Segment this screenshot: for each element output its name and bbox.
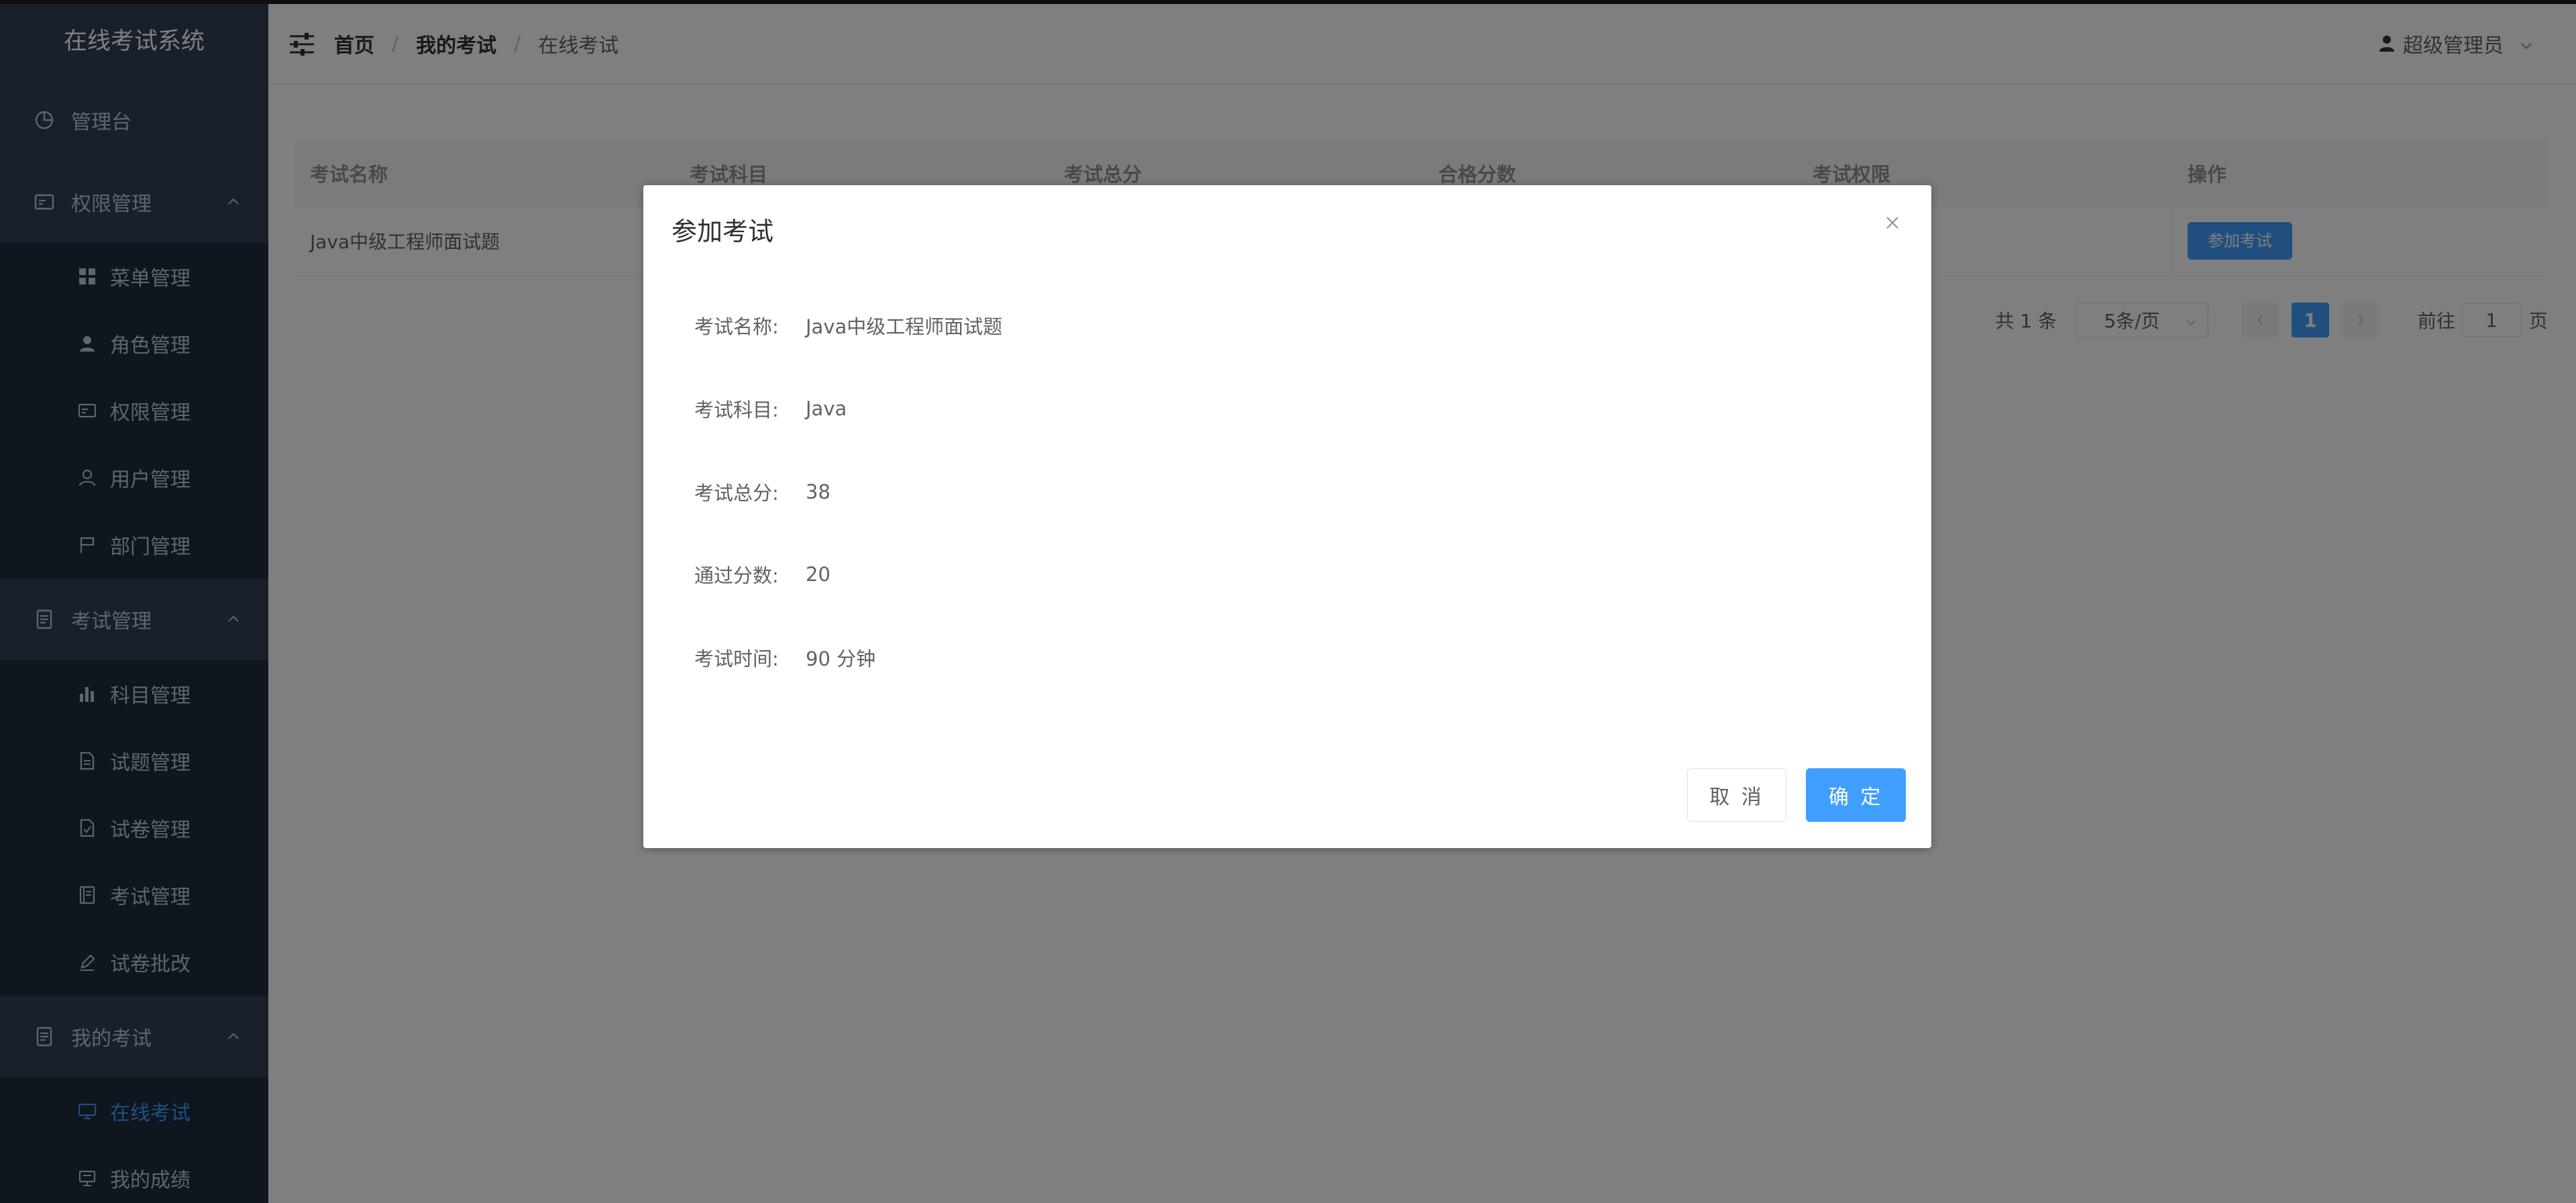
close-icon[interactable] <box>1882 212 1903 233</box>
field-pass-score: 通过分数: 20 <box>694 561 830 588</box>
field-label: 考试时间: <box>694 647 779 670</box>
field-label: 考试科目: <box>694 399 779 421</box>
field-exam-subject: 考试科目: Java <box>694 395 847 422</box>
field-value: 38 <box>806 480 830 503</box>
field-label: 考试名称: <box>694 315 779 338</box>
dialog-title: 参加考试 <box>672 217 774 246</box>
field-value: Java <box>806 397 847 420</box>
field-total-score: 考试总分: 38 <box>694 478 830 505</box>
join-exam-dialog: 参加考试 考试名称: Java中级工程师面试题 考试科目: Java 考试总分:… <box>643 185 1931 848</box>
field-value: 90 分钟 <box>806 647 876 670</box>
field-exam-name: 考试名称: Java中级工程师面试题 <box>694 312 1002 339</box>
field-label: 通过分数: <box>694 564 779 587</box>
field-label: 考试总分: <box>694 482 779 505</box>
confirm-button[interactable]: 确 定 <box>1806 768 1906 822</box>
field-value: 20 <box>806 563 830 586</box>
field-exam-time: 考试时间: 90 分钟 <box>694 644 875 671</box>
field-value: Java中级工程师面试题 <box>806 315 1003 338</box>
cancel-button[interactable]: 取 消 <box>1687 768 1786 822</box>
